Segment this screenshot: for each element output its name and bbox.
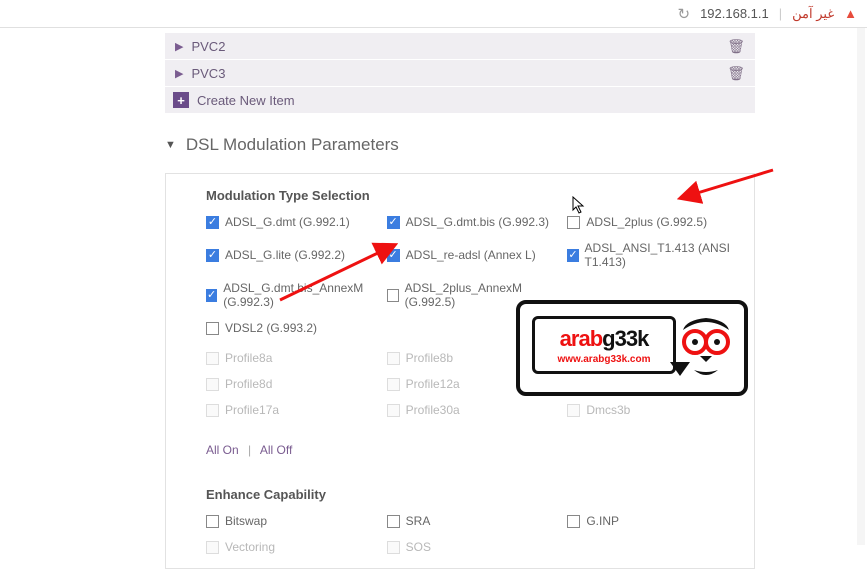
checkbox	[206, 404, 219, 417]
option-label: G.INP	[586, 514, 619, 528]
checkbox[interactable]	[387, 515, 400, 528]
create-new-item[interactable]: + Create New Item	[165, 86, 755, 113]
option-label: Bitswap	[225, 514, 267, 528]
not-secure-text: غير آمن	[792, 6, 834, 22]
option-label: Dmcs3b	[586, 403, 630, 417]
enhance-option[interactable]: G.INP	[567, 514, 740, 528]
create-label: Create New Item	[197, 93, 295, 108]
modulation-type-heading: Modulation Type Selection	[206, 188, 740, 203]
annotation-arrow-icon	[230, 245, 390, 308]
trash-icon[interactable]: 🗑	[727, 65, 745, 82]
pvc-row[interactable]: ▶ PVC2 🗑	[165, 32, 755, 59]
checkbox	[387, 352, 400, 365]
profile-option: Profile8a	[206, 351, 379, 365]
checkbox	[387, 378, 400, 391]
option-label: SOS	[406, 540, 431, 554]
option-label: Profile30a	[406, 403, 460, 417]
profile-option: Profile8d	[206, 377, 379, 391]
all-on-link[interactable]: All On	[206, 443, 239, 457]
enhance-capability-heading: Enhance Capability	[206, 487, 740, 502]
checkbox	[206, 352, 219, 365]
modulation-option[interactable]: ✓ADSL_re-adsl (Annex L)	[387, 241, 560, 269]
enhance-option[interactable]: SRA	[387, 514, 560, 528]
checkbox	[387, 404, 400, 417]
trash-icon[interactable]: 🗑	[727, 38, 745, 55]
profile-option: Profile30a	[387, 403, 560, 417]
modulation-option[interactable]: ✓ ADSL_G.dmt.bis (G.992.3)	[387, 215, 560, 229]
checkbox[interactable]: ✓	[206, 289, 217, 302]
checkbox	[206, 541, 219, 554]
checkbox[interactable]	[567, 216, 580, 229]
plus-icon: +	[173, 92, 189, 108]
section-title: DSL Modulation Parameters	[186, 135, 399, 155]
option-label: SRA	[406, 514, 431, 528]
warning-icon: ▲	[844, 6, 857, 21]
checkbox[interactable]: ✓	[567, 249, 578, 262]
profile-option: Profile17a	[206, 403, 379, 417]
modulation-option[interactable]: VDSL2 (G.993.2)	[206, 321, 379, 335]
address-ip: 192.168.1.1	[700, 6, 769, 21]
watermark-bubble: arabg33k www.arabg33k.com	[532, 316, 676, 374]
checkbox[interactable]	[206, 515, 219, 528]
watermark-url: www.arabg33k.com	[558, 354, 651, 365]
profile-option: Dmcs3b	[567, 403, 740, 417]
reload-icon[interactable]: ↻	[677, 5, 690, 23]
all-on-off-row: All On | All Off	[206, 443, 740, 457]
option-label: ADSL_ANSI_T1.413 (ANSI T1.413)	[585, 241, 740, 269]
scrollbar[interactable]	[857, 28, 865, 545]
modulation-option[interactable]: ✓ ADSL_G.dmt (G.992.1)	[206, 215, 379, 229]
watermark-brand-part1: arab	[560, 326, 602, 351]
enhance-option: Vectoring	[206, 540, 379, 554]
pvc-label: PVC2	[191, 39, 225, 54]
option-label: ADSL_G.dmt (G.992.1)	[225, 215, 350, 229]
option-label: VDSL2 (G.993.2)	[225, 321, 317, 335]
chevron-right-icon: ▶	[175, 67, 183, 80]
option-label: Vectoring	[225, 540, 275, 554]
enhance-option[interactable]: Bitswap	[206, 514, 379, 528]
checkbox	[567, 404, 580, 417]
annotation-arrow-icon	[688, 160, 778, 203]
watermark-brand-part2: g33k	[602, 326, 648, 351]
option-label: Profile12a	[406, 377, 460, 391]
enhance-grid: Bitswap SRA G.INP Vectoring SOS	[206, 514, 740, 554]
option-label: ADSL_G.dmt.bis (G.992.3)	[406, 215, 549, 229]
checkbox[interactable]	[206, 322, 219, 335]
enhance-option: SOS	[387, 540, 560, 554]
separator: |	[248, 443, 251, 457]
checkbox[interactable]: ✓	[206, 249, 219, 262]
all-off-link[interactable]: All Off	[260, 443, 292, 457]
watermark-logo: arabg33k www.arabg33k.com	[516, 300, 748, 396]
modulation-option[interactable]: ADSL_2plus (G.992.5)	[567, 215, 740, 229]
modulation-option[interactable]: ✓ ADSL_ANSI_T1.413 (ANSI T1.413)	[567, 241, 740, 269]
checkbox	[387, 541, 400, 554]
checkbox[interactable]: ✓	[206, 216, 219, 229]
checkbox[interactable]: ✓	[387, 216, 400, 229]
pvc-row[interactable]: ▶ PVC3 🗑	[165, 59, 755, 86]
geek-face-icon	[678, 312, 734, 384]
checkbox[interactable]	[567, 515, 580, 528]
chevron-down-icon: ▼	[165, 139, 176, 151]
separator: |	[779, 6, 782, 21]
option-label: Profile8b	[406, 351, 453, 365]
checkbox	[206, 378, 219, 391]
section-header[interactable]: ▼ DSL Modulation Parameters	[165, 135, 755, 155]
pvc-label: PVC3	[191, 66, 225, 81]
option-label: Profile17a	[225, 403, 279, 417]
option-label: ADSL_re-adsl (Annex L)	[406, 248, 536, 262]
mouse-cursor-icon	[572, 196, 586, 217]
chevron-right-icon: ▶	[175, 40, 183, 53]
option-label: ADSL_2plus (G.992.5)	[586, 215, 707, 229]
option-label: Profile8a	[225, 351, 272, 365]
option-label: Profile8d	[225, 377, 272, 391]
browser-address-bar: ↻ 192.168.1.1 | غير آمن ▲	[0, 0, 867, 28]
